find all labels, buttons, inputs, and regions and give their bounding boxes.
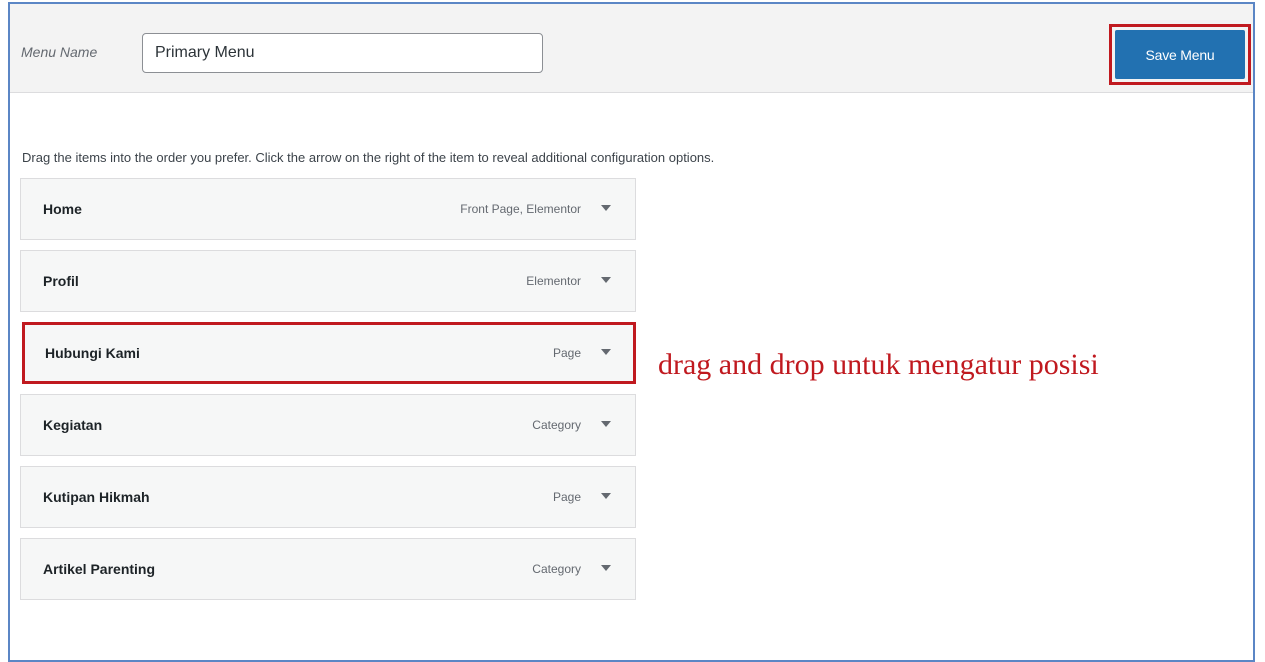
menu-item-artikel-parenting[interactable]: Artikel Parenting Category	[20, 538, 636, 600]
menu-item-type: Category	[532, 562, 581, 576]
menu-item-type: Elementor	[526, 274, 581, 288]
menu-item-profil[interactable]: Profil Elementor	[20, 250, 636, 312]
menu-item-home[interactable]: Home Front Page, Elementor	[20, 178, 636, 240]
menu-header: Menu Name Save Menu	[10, 4, 1253, 93]
drag-drop-annotation: drag and drop untuk mengatur posisi	[658, 348, 1099, 381]
menu-name-label: Menu Name	[21, 44, 98, 60]
menu-item-title: Kutipan Hikmah	[43, 489, 150, 505]
save-button-highlight: Save Menu	[1109, 24, 1251, 85]
menu-item-type: Category	[532, 418, 581, 432]
menu-item-kegiatan[interactable]: Kegiatan Category	[20, 394, 636, 456]
menu-item-type: Page	[552, 490, 581, 504]
menu-item-title: Artikel Parenting	[43, 561, 156, 577]
arrow-down-icon[interactable]	[597, 343, 615, 361]
menu-structure-list: Home Front Page, Elementor Profil Elemen…	[20, 178, 636, 610]
arrow-down-icon[interactable]	[597, 199, 615, 217]
menu-name-input[interactable]	[142, 33, 543, 73]
menu-item-type: Front Page, Elementor	[460, 202, 581, 216]
save-menu-button[interactable]: Save Menu	[1115, 30, 1245, 79]
drag-instructions: Drag the items into the order you prefer…	[22, 150, 715, 165]
menu-item-kutipan-hikmah[interactable]: Kutipan Hikmah Page	[20, 466, 636, 528]
menu-item-hubungi-kami[interactable]: Hubungi Kami Page	[22, 322, 636, 384]
arrow-down-icon[interactable]	[597, 559, 615, 577]
menu-item-title: Kegiatan	[43, 417, 103, 433]
menu-item-type: Page	[552, 346, 581, 360]
menu-item-title: Hubungi Kami	[45, 345, 140, 361]
menu-item-title: Home	[43, 201, 82, 217]
arrow-down-icon[interactable]	[597, 487, 615, 505]
menu-editor-frame: Menu Name Save Menu Drag the items into …	[8, 2, 1255, 662]
menu-item-title: Profil	[43, 273, 79, 289]
arrow-down-icon[interactable]	[597, 271, 615, 289]
arrow-down-icon[interactable]	[597, 415, 615, 433]
